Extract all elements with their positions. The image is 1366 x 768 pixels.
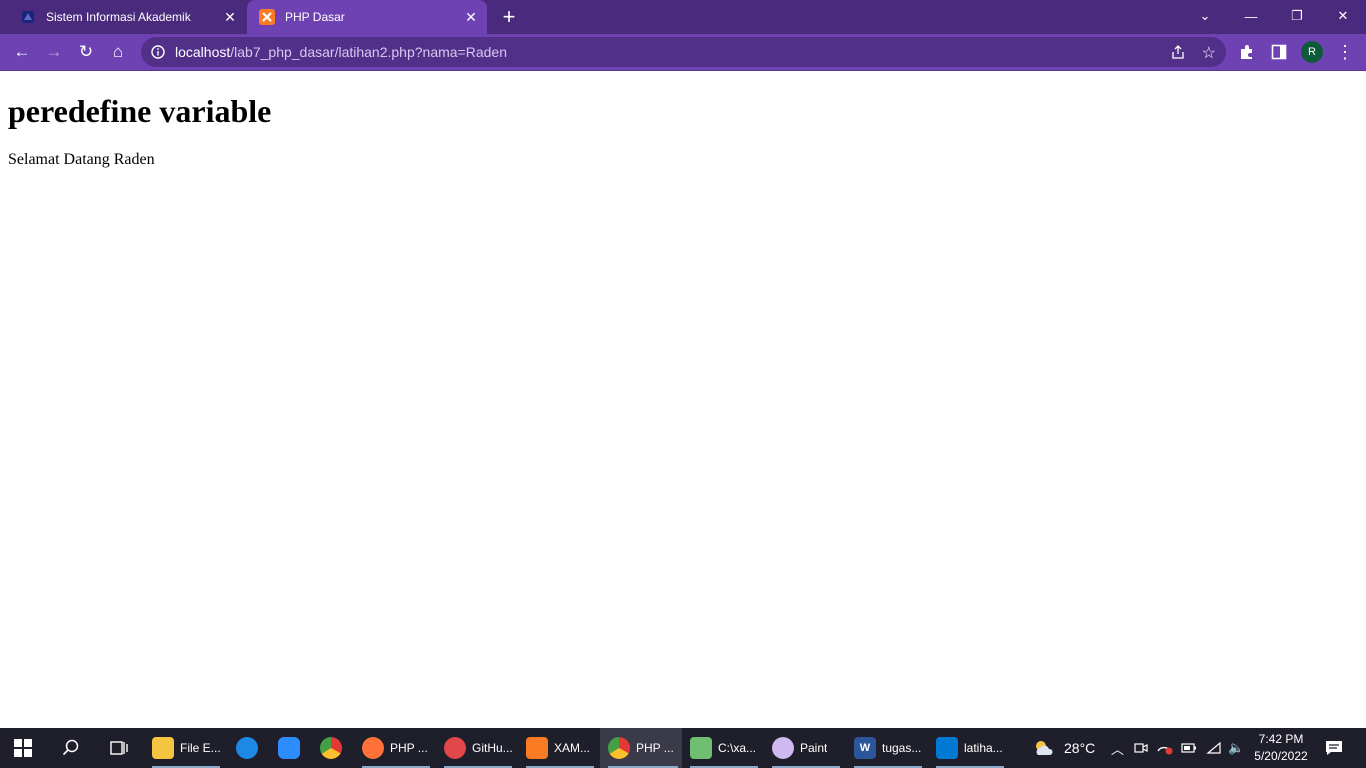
welcome-text: Selamat Datang Raden	[8, 151, 155, 168]
address-bar[interactable]: localhost/lab7_php_dasar/latihan2.php?na…	[141, 37, 1226, 67]
wifi-icon[interactable]	[1206, 728, 1222, 768]
back-button[interactable]: ←	[8, 38, 36, 66]
tab-strip: Sistem Informasi Akademik ✕ PHP Dasar ✕ …	[0, 0, 1366, 34]
meet-now-icon[interactable]	[1134, 728, 1148, 768]
weather-temperature[interactable]: 28°C	[1064, 728, 1095, 768]
notepad-icon	[690, 737, 712, 759]
file-explorer-icon	[152, 737, 174, 759]
tab-sistem-informasi-akademik[interactable]: Sistem Informasi Akademik ✕	[8, 0, 246, 34]
browser-toolbar: ← → ↻ ⌂ localhost/lab7_php_dasar/latihan…	[0, 34, 1366, 71]
zoom-icon	[278, 737, 300, 759]
chrome-profile-icon	[608, 737, 630, 759]
task-view-icon[interactable]	[110, 728, 128, 768]
forward-button[interactable]: →	[40, 38, 68, 66]
url-path: /lab7_php_dasar/latihan2.php?nama=Raden	[230, 44, 507, 60]
side-panel-icon[interactable]	[1271, 44, 1287, 65]
restore-button[interactable]: ❐	[1274, 0, 1320, 32]
taskbar-app-word[interactable]: W tugas...	[846, 728, 926, 768]
taskbar-app-github-desktop[interactable]: GitHu...	[436, 728, 516, 768]
chevron-up-icon[interactable]: ︿	[1111, 728, 1124, 768]
page-content: peredefine variable Selamat Datang Raden	[0, 71, 1366, 728]
taskbar-app-xampp[interactable]: XAM...	[518, 728, 598, 768]
home-button[interactable]: ⌂	[104, 38, 132, 66]
firefox-icon	[362, 737, 384, 759]
search-icon[interactable]	[62, 728, 80, 768]
vscode-icon	[936, 737, 958, 759]
word-icon: W	[854, 737, 876, 759]
taskbar-app-file-explorer[interactable]: File E...	[144, 728, 224, 768]
weather-icon[interactable]	[1032, 728, 1056, 768]
taskbar-app-chrome[interactable]	[312, 728, 354, 768]
close-icon[interactable]: ✕	[459, 5, 483, 29]
tab-label: PHP Dasar	[285, 10, 345, 24]
system-clock[interactable]: 7:42 PM 5/20/2022	[1248, 731, 1314, 765]
taskbar-app-firefox[interactable]: PHP ...	[354, 728, 434, 768]
taskbar-app-vscode[interactable]: latiha...	[928, 728, 1008, 768]
network-warning-icon[interactable]	[1156, 728, 1174, 768]
clock-date: 5/20/2022	[1254, 749, 1308, 763]
edge-icon	[236, 737, 258, 759]
xampp-icon	[526, 737, 548, 759]
url-host: localhost	[175, 44, 231, 60]
extensions-icon[interactable]	[1238, 43, 1256, 66]
windows-start-icon[interactable]	[14, 728, 32, 768]
clock-time: 7:42 PM	[1258, 732, 1304, 746]
university-logo-icon	[20, 9, 36, 25]
menu-kebab-icon[interactable]: ⋮	[1336, 42, 1354, 63]
new-tab-button[interactable]: +	[496, 4, 522, 30]
chrome-icon	[320, 737, 342, 759]
tab-label: Sistem Informasi Akademik	[46, 10, 191, 24]
notification-icon[interactable]	[1325, 728, 1343, 768]
taskbar-app-paint[interactable]: Paint	[764, 728, 844, 768]
paint-icon	[772, 737, 794, 759]
taskbar-app-chrome-profile[interactable]: PHP ...	[600, 728, 682, 768]
xampp-icon	[259, 9, 275, 25]
tab-php-dasar[interactable]: PHP Dasar ✕	[247, 0, 487, 34]
info-icon[interactable]	[141, 45, 175, 59]
tab-search-button[interactable]: ⌄	[1182, 0, 1228, 32]
close-icon[interactable]: ✕	[218, 5, 242, 29]
page-heading: peredefine variable	[8, 93, 272, 129]
taskbar-app-zoom[interactable]	[270, 728, 312, 768]
taskbar-app-edge[interactable]	[228, 728, 270, 768]
profile-avatar[interactable]: R	[1301, 41, 1323, 63]
reload-button[interactable]: ↻	[72, 38, 100, 66]
windows-taskbar: File E... PHP ... GitHu... XAM... PHP ..…	[0, 728, 1366, 768]
volume-icon[interactable]: 🔈	[1228, 728, 1244, 768]
github-desktop-icon	[444, 737, 466, 759]
taskbar-app-notepad[interactable]: C:\xa...	[682, 728, 762, 768]
share-icon[interactable]	[1170, 44, 1186, 63]
bookmark-star-icon[interactable]: ☆	[1202, 43, 1216, 63]
close-window-button[interactable]: ✕	[1320, 0, 1366, 32]
minimize-button[interactable]: —	[1228, 0, 1274, 32]
battery-icon[interactable]	[1181, 728, 1197, 768]
